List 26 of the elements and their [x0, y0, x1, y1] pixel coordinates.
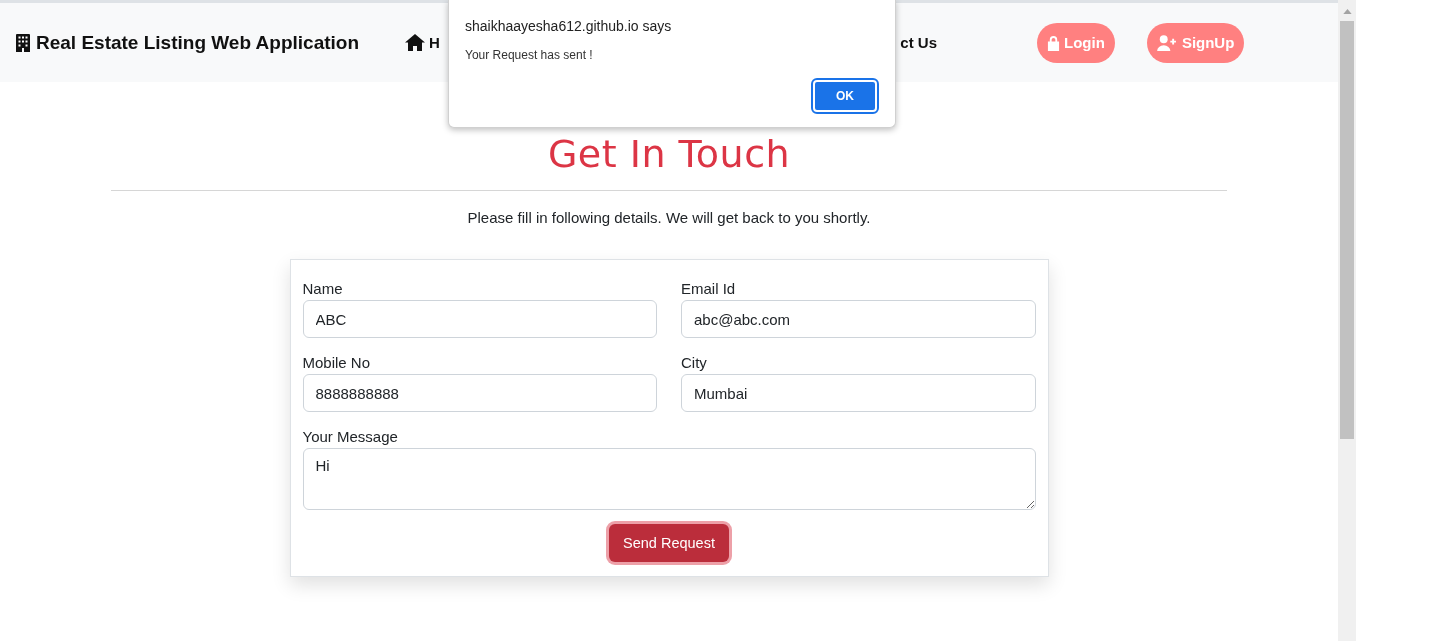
field-label: Your Message	[302, 428, 399, 445]
input-field[interactable]: abc@abc.com	[681, 300, 1036, 338]
input-field[interactable]: Mumbai	[681, 374, 1036, 412]
dialog-message: Your Request has sent !	[465, 48, 594, 62]
scrollbar[interactable]	[1338, 0, 1356, 641]
building-icon	[16, 33, 30, 52]
lock-icon	[1047, 34, 1061, 51]
field-label: Name	[302, 280, 344, 297]
field-label: Mobile No	[302, 354, 372, 371]
message-field[interactable]: Hi	[302, 448, 1036, 510]
ok-button[interactable]: OK	[813, 80, 877, 112]
page-heading: Get In Touch	[547, 132, 791, 176]
nav-link[interactable]: H	[405, 34, 440, 51]
field-label: Email Id	[681, 280, 737, 297]
dialog-title: shaikhaayesha612.github.io says	[465, 18, 673, 34]
field-label: City	[681, 354, 708, 371]
intro-text: Please fill in following details. We will get back to you shortly.	[467, 209, 871, 226]
send-request-button[interactable]: Send Request	[609, 524, 729, 562]
scroll-up-icon	[1342, 9, 1352, 14]
input-field[interactable]: ABC	[302, 300, 657, 338]
input-field[interactable]: 8888888888	[302, 374, 657, 412]
home-icon	[405, 34, 426, 51]
user-plus-icon	[1156, 34, 1178, 51]
brand-link[interactable]: Real Estate Listing Web Application	[16, 31, 360, 54]
scrollbar-thumb[interactable]	[1340, 21, 1354, 439]
nav-link[interactable]: ct Us	[900, 34, 938, 51]
